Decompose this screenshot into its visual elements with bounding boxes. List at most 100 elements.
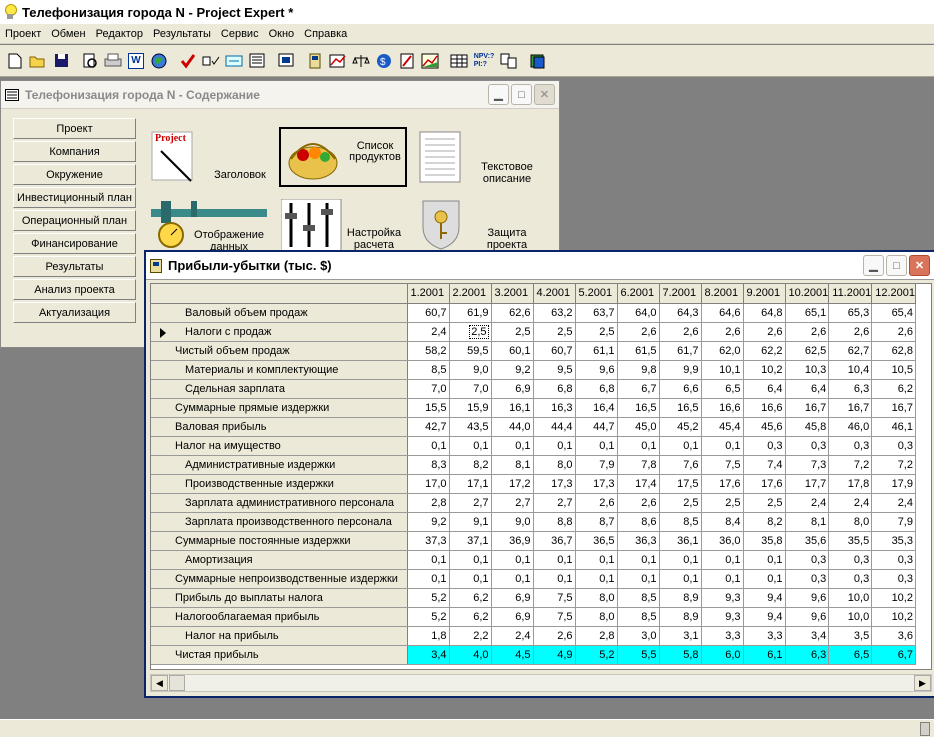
table-cell[interactable]: 62,6 [491, 303, 534, 323]
table-cell[interactable]: 36,1 [659, 531, 702, 551]
table-cell[interactable]: 0,1 [659, 550, 702, 570]
table-cell[interactable]: 2,6 [575, 493, 618, 513]
table-cell[interactable]: 10,1 [701, 360, 744, 380]
row-label[interactable]: Зарплата производственного персонала [151, 512, 408, 532]
table-cell[interactable]: 5,2 [407, 607, 450, 627]
table-cell[interactable]: 8,8 [533, 512, 576, 532]
table-cell[interactable]: 9,0 [449, 360, 492, 380]
table-cell[interactable]: 0,3 [871, 550, 916, 570]
nav-project[interactable]: Проект [13, 118, 136, 139]
table-cell[interactable]: 9,6 [785, 588, 830, 608]
table-cell[interactable]: 0,3 [871, 436, 916, 456]
table-cell[interactable]: 61,1 [575, 341, 618, 361]
table-cell[interactable]: 7,5 [533, 588, 576, 608]
table-cell[interactable]: 3,4 [407, 645, 450, 665]
table-cell[interactable]: 65,4 [871, 303, 916, 323]
table-cell[interactable]: 17,0 [407, 474, 450, 494]
menu-editor[interactable]: Редактор [91, 28, 148, 40]
table-cell[interactable]: 0,1 [617, 436, 660, 456]
table-cell[interactable]: 16,3 [533, 398, 576, 418]
currency-button[interactable]: $ [373, 50, 395, 72]
table-cell[interactable]: 2,5 [533, 322, 576, 342]
table-cell[interactable]: 60,7 [533, 341, 576, 361]
table-cell[interactable]: 6,8 [575, 379, 618, 399]
table-cell[interactable]: 0,1 [491, 436, 534, 456]
table-cell[interactable]: 35,8 [743, 531, 786, 551]
table-cell[interactable]: 45,6 [743, 417, 786, 437]
table-cell[interactable]: 2,8 [407, 493, 450, 513]
table-cell[interactable]: 65,1 [785, 303, 830, 323]
table-cell[interactable]: 61,5 [617, 341, 660, 361]
table-cell[interactable]: 7,0 [407, 379, 450, 399]
table-cell[interactable]: 17,3 [533, 474, 576, 494]
text-description-label[interactable]: Текстовое описание [471, 161, 543, 185]
title-page-label[interactable]: Заголовок [209, 169, 271, 181]
table-cell[interactable]: 6,1 [743, 645, 786, 665]
table-cell[interactable]: 2,2 [449, 626, 492, 646]
table-cell[interactable]: 6,2 [449, 588, 492, 608]
table-cell[interactable]: 37,1 [449, 531, 492, 551]
table-cell[interactable]: 0,1 [575, 569, 618, 589]
table-cell[interactable]: 62,5 [785, 341, 830, 361]
table-cell[interactable]: 3,3 [743, 626, 786, 646]
table-cell[interactable]: 8,1 [785, 512, 830, 532]
table-cell[interactable]: 9,1 [449, 512, 492, 532]
row-label[interactable]: Валовый объем продаж [151, 303, 408, 323]
table-cell[interactable]: 0,1 [533, 569, 576, 589]
table-cell[interactable]: 7,8 [617, 455, 660, 475]
table-cell[interactable]: 6,2 [871, 379, 916, 399]
row-label[interactable]: Налоги с продаж [151, 322, 408, 342]
save-button[interactable] [50, 50, 72, 72]
table-cell[interactable]: 6,9 [491, 379, 534, 399]
menu-exchange[interactable]: Обмен [46, 28, 90, 40]
table-cell[interactable]: 17,3 [575, 474, 618, 494]
table-cell[interactable]: 2,7 [491, 493, 534, 513]
project-protection-label[interactable]: Защита проекта [475, 227, 539, 251]
row-label[interactable]: Производственные издержки [151, 474, 408, 494]
table-cell[interactable]: 9,5 [533, 360, 576, 380]
table-cell[interactable]: 0,1 [659, 569, 702, 589]
table-cell[interactable]: 45,2 [659, 417, 702, 437]
table-cell[interactable]: 2,5 [491, 322, 534, 342]
edit-button[interactable] [396, 50, 418, 72]
table-cell[interactable]: 7,9 [575, 455, 618, 475]
chart-button[interactable] [419, 50, 441, 72]
table-cell[interactable]: 8,0 [575, 588, 618, 608]
scales-button[interactable] [350, 50, 372, 72]
table-cell[interactable]: 6,9 [491, 607, 534, 627]
table-cell[interactable]: 8,2 [449, 455, 492, 475]
row-label[interactable]: Чистая прибыль [151, 645, 408, 665]
table-cell[interactable]: 7,9 [871, 512, 916, 532]
table-cell[interactable]: 0,1 [617, 550, 660, 570]
table-cell[interactable]: 0,1 [449, 569, 492, 589]
table-cell[interactable]: 6,7 [871, 645, 916, 665]
table-cell[interactable]: 9,4 [743, 607, 786, 627]
calc-settings-icon[interactable] [280, 198, 343, 254]
table-cell[interactable]: 2,5 [659, 493, 702, 513]
table-cell[interactable]: 5,2 [407, 588, 450, 608]
resize-grip[interactable] [920, 722, 930, 736]
table-cell[interactable]: 0,1 [575, 550, 618, 570]
menu-results[interactable]: Результаты [148, 28, 216, 40]
open-folder-button[interactable] [27, 50, 49, 72]
table-cell[interactable]: 16,5 [617, 398, 660, 418]
project-protection-icon[interactable] [419, 199, 463, 254]
table-cell[interactable]: 46,1 [871, 417, 916, 437]
menu-service[interactable]: Сервис [216, 28, 264, 40]
table-cell[interactable]: 0,3 [871, 569, 916, 589]
table-cell[interactable]: 6,4 [743, 379, 786, 399]
horizontal-scrollbar[interactable]: ◀ ▶ [150, 674, 932, 692]
table-cell[interactable]: 2,5 [449, 322, 492, 342]
nav-company[interactable]: Компания [13, 141, 136, 162]
table-cell[interactable]: 62,0 [701, 341, 744, 361]
menu-project[interactable]: Проект [0, 28, 46, 40]
row-label[interactable]: Административные издержки [151, 455, 408, 475]
table-cell[interactable]: 7,3 [785, 455, 830, 475]
table-cell[interactable]: 16,7 [828, 398, 873, 418]
table-cell[interactable]: 2,6 [533, 626, 576, 646]
table-cell[interactable]: 2,5 [743, 493, 786, 513]
table-cell[interactable]: 45,4 [701, 417, 744, 437]
table-cell[interactable]: 61,9 [449, 303, 492, 323]
table-cell[interactable]: 2,7 [449, 493, 492, 513]
table-cell[interactable]: 3,4 [785, 626, 830, 646]
